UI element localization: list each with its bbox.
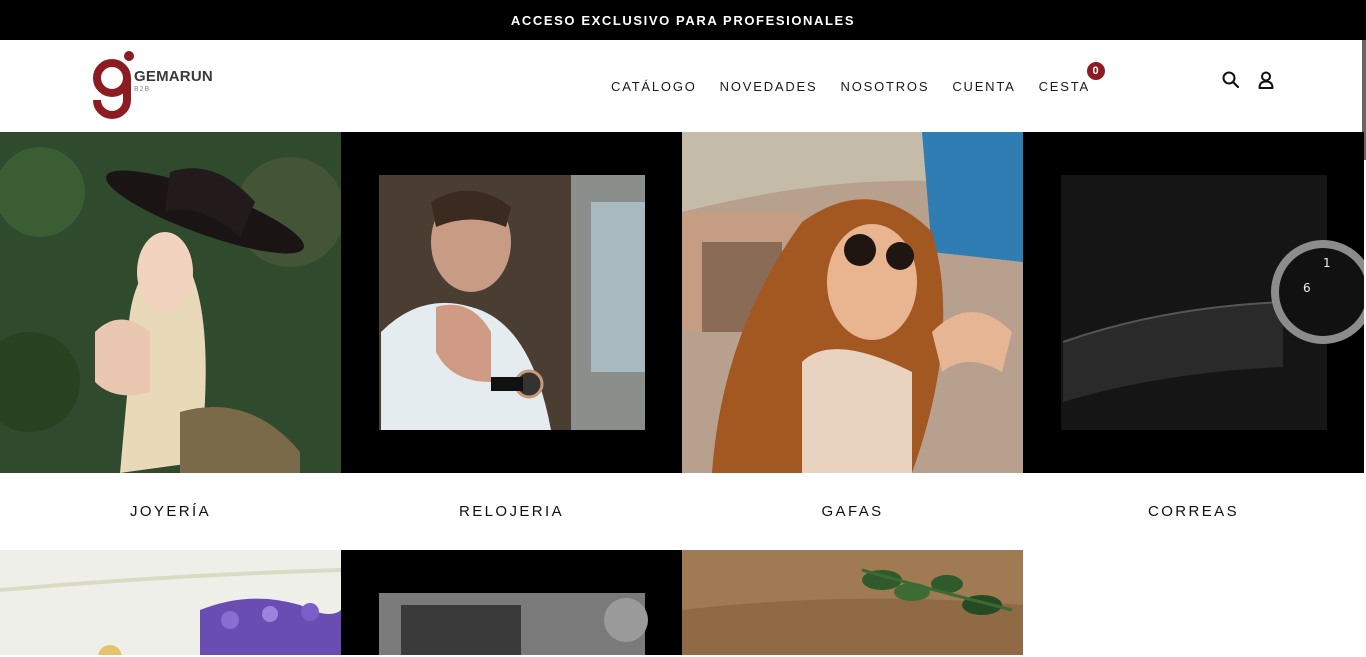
logo-brand-text: GEMARUN xyxy=(134,68,213,85)
category-label-joyeria[interactable]: JOYERÍA xyxy=(0,473,341,549)
announcement-text: ACCESO EXCLUSIVO PARA PROFESIONALES xyxy=(510,12,856,28)
main-nav: CATÁLOGO NOVEDADES NOSOTROS CUENTA CESTA… xyxy=(588,40,1105,132)
svg-text:6: 6 xyxy=(1303,281,1311,295)
nav-cuenta[interactable]: CUENTA xyxy=(952,79,1015,94)
nav-catalogo[interactable]: CATÁLOGO xyxy=(611,79,697,94)
category-image-joyeria[interactable] xyxy=(0,132,341,473)
nav-cesta[interactable]: CESTA 0 xyxy=(1038,61,1105,94)
site-header: GEMARUN B2B CATÁLOGO NOVEDADES NOSOTROS … xyxy=(0,40,1362,132)
category-image-row2-2[interactable] xyxy=(341,550,682,657)
nav-nosotros[interactable]: NOSOTROS xyxy=(841,79,930,94)
category-label-correas[interactable]: CORREAS xyxy=(1023,473,1364,549)
brand-logo[interactable]: GEMARUN B2B xyxy=(90,50,220,120)
nav-novedades[interactable]: NOVEDADES xyxy=(720,79,818,94)
category-image-correas[interactable]: 6 1 xyxy=(1023,132,1364,473)
category-image-gafas[interactable] xyxy=(682,132,1023,473)
announcement-bar: ACCESO EXCLUSIVO PARA PROFESIONALES xyxy=(0,0,1366,40)
category-image-row2-1[interactable] xyxy=(0,550,341,657)
category-image-row2-3[interactable] xyxy=(682,550,1023,657)
cart-count-badge: 0 xyxy=(1086,61,1105,80)
category-label-gafas[interactable]: GAFAS xyxy=(682,473,1023,549)
category-image-relojeria[interactable] xyxy=(341,132,682,473)
logo-mark-icon xyxy=(93,51,134,119)
svg-text:1: 1 xyxy=(1323,256,1331,270)
nav-cesta-label: CESTA xyxy=(1038,78,1090,94)
search-icon[interactable] xyxy=(1221,70,1241,90)
category-label-relojeria[interactable]: RELOJERIA xyxy=(341,473,682,549)
user-icon[interactable] xyxy=(1256,70,1276,90)
logo-sub-text: B2B xyxy=(134,86,151,93)
